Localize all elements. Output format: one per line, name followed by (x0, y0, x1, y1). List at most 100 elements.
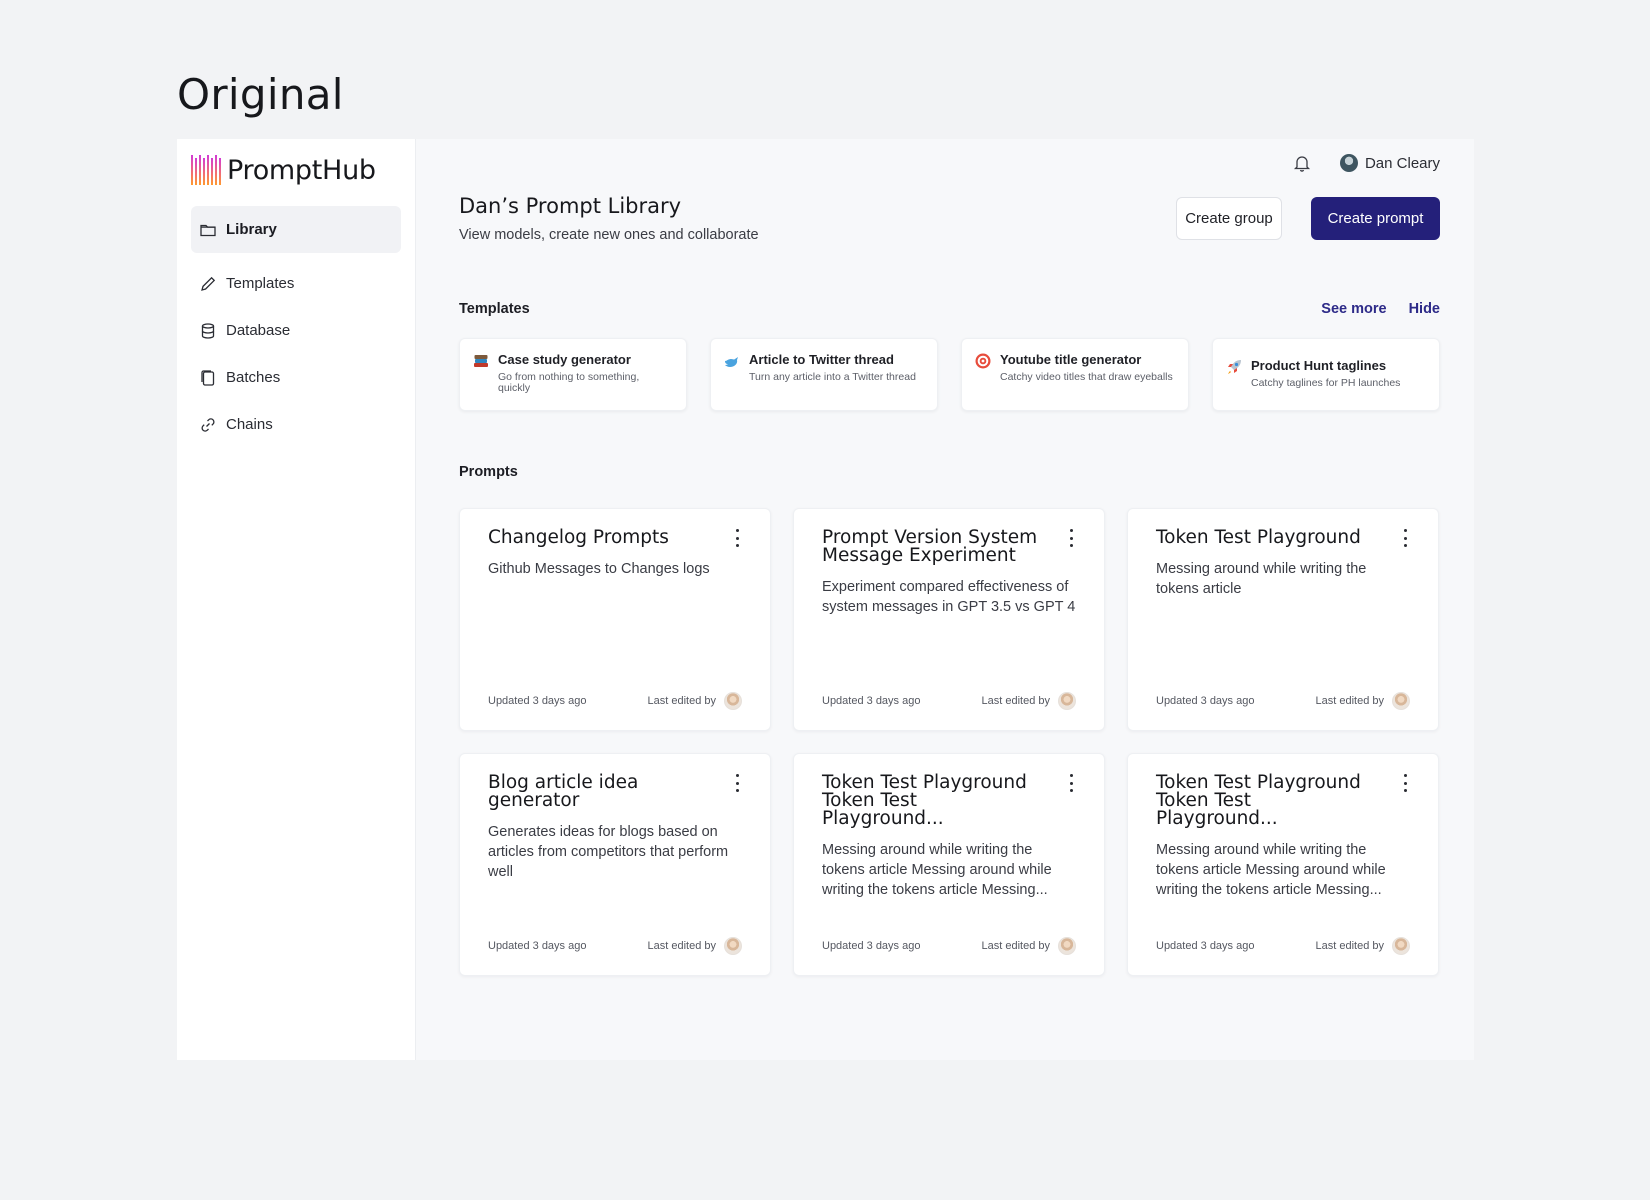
prompt-card[interactable]: Token Test Playground Messing around whi… (1127, 508, 1439, 731)
sidebar-item-chains[interactable]: Chains (191, 401, 401, 448)
updated-text: Updated 3 days ago (822, 695, 921, 707)
more-options-icon[interactable] (1402, 529, 1408, 547)
prompt-footer: Updated 3 days ago Last edited by (822, 692, 1076, 710)
last-edited-label: Last edited by (981, 695, 1051, 707)
more-options-icon[interactable] (734, 529, 740, 547)
prompthub-logo-icon (191, 155, 221, 185)
editor-avatar (1058, 692, 1076, 710)
updated-text: Updated 3 days ago (822, 940, 921, 952)
copy-icon (199, 369, 217, 387)
sidebar-item-label: Database (226, 322, 291, 339)
prompt-desc: Experiment compared effectiveness of sys… (822, 579, 1076, 615)
prompt-footer: Updated 3 days ago Last edited by (1156, 692, 1410, 710)
prompt-title: Blog article idea generator (488, 772, 639, 811)
prompts-heading: Prompts (459, 464, 518, 480)
outer-title: Original (177, 70, 344, 119)
header-actions: Create group Create prompt (1176, 197, 1440, 240)
prompt-card[interactable]: Token Test Playground Token Test Playgro… (793, 753, 1105, 976)
template-title: Product Hunt taglines (1251, 358, 1387, 373)
rocket-icon (1228, 360, 1241, 374)
template-title: Youtube title generator (1000, 352, 1142, 367)
last-edited: Last edited by (981, 692, 1076, 710)
prompt-footer: Updated 3 days ago Last edited by (488, 937, 742, 955)
pencil-icon (199, 275, 217, 293)
last-edited-label: Last edited by (1315, 940, 1385, 952)
bell-icon[interactable] (1292, 153, 1312, 173)
editor-avatar (724, 937, 742, 955)
template-desc: Catchy video titles that draw eyeballs (1000, 371, 1173, 383)
database-icon (199, 322, 217, 340)
prompt-title: Token Test Playground (1156, 527, 1361, 548)
sidebar-item-library[interactable]: Library (191, 206, 401, 253)
sidebar-item-label: Library (226, 221, 277, 238)
template-card[interactable]: Article to Twitter thread Turn any artic… (710, 338, 938, 411)
last-edited-label: Last edited by (647, 940, 717, 952)
last-edited: Last edited by (1315, 937, 1410, 955)
sidebar-item-database[interactable]: Database (191, 307, 401, 354)
prompt-desc: Github Messages to Changes logs (488, 561, 710, 577)
editor-avatar (724, 692, 742, 710)
sidebar-item-label: Batches (226, 369, 281, 386)
prompt-footer: Updated 3 days ago Last edited by (822, 937, 1076, 955)
last-edited-label: Last edited by (647, 695, 717, 707)
template-desc: Catchy taglines for PH launches (1251, 377, 1401, 389)
sidebar: PromptHub Library Templates Database Bat… (177, 139, 416, 1060)
prompt-card[interactable]: Prompt Version System Message Experiment… (793, 508, 1105, 731)
bird-icon (725, 357, 738, 367)
template-desc: Go from nothing to something, quickly (498, 371, 640, 394)
editor-avatar (1392, 692, 1410, 710)
template-card[interactable]: Youtube title generator Catchy video tit… (961, 338, 1189, 411)
template-title: Case study generator (498, 352, 631, 367)
last-edited-label: Last edited by (1315, 695, 1385, 707)
prompt-title: Token Test Playground Token Test Playgro… (822, 772, 1027, 829)
create-prompt-button[interactable]: Create prompt (1311, 197, 1440, 240)
editor-avatar (1392, 937, 1410, 955)
hide-link[interactable]: Hide (1409, 301, 1440, 317)
folder-icon (199, 221, 217, 239)
template-desc: Turn any article into a Twitter thread (749, 371, 916, 383)
sidebar-item-templates[interactable]: Templates (191, 260, 401, 307)
prompt-desc: Messing around while writing the tokens … (1156, 842, 1386, 898)
last-edited: Last edited by (647, 692, 742, 710)
updated-text: Updated 3 days ago (488, 940, 587, 952)
prompt-title: Prompt Version System Message Experiment (822, 527, 1038, 566)
prompt-card[interactable]: Changelog Prompts Github Messages to Cha… (459, 508, 771, 731)
main-content: Dan Cleary Dan’s Prompt Library View mod… (416, 139, 1474, 1060)
page-header: Dan’s Prompt Library View models, create… (459, 194, 759, 243)
books-icon (474, 355, 488, 367)
sidebar-item-label: Chains (226, 416, 273, 433)
updated-text: Updated 3 days ago (1156, 940, 1255, 952)
prompt-card[interactable]: Token Test Playground Token Test Playgro… (1127, 753, 1439, 976)
prompt-desc: Generates ideas for blogs based on artic… (488, 824, 729, 880)
link-icon (199, 416, 217, 434)
prompt-footer: Updated 3 days ago Last edited by (1156, 937, 1410, 955)
user-name[interactable]: Dan Cleary (1365, 155, 1440, 172)
updated-text: Updated 3 days ago (488, 695, 587, 707)
prompt-card[interactable]: Blog article idea generator Generates id… (459, 753, 771, 976)
sidebar-item-batches[interactable]: Batches (191, 354, 401, 401)
template-card[interactable]: Case study generator Go from nothing to … (459, 338, 687, 411)
more-options-icon[interactable] (1068, 529, 1074, 547)
more-options-icon[interactable] (1402, 774, 1408, 792)
template-title: Article to Twitter thread (749, 352, 894, 367)
last-edited: Last edited by (647, 937, 742, 955)
prompts-grid: Changelog Prompts Github Messages to Cha… (459, 508, 1439, 976)
template-card[interactable]: Product Hunt taglines Catchy taglines fo… (1212, 338, 1440, 411)
create-group-button[interactable]: Create group (1176, 197, 1282, 240)
more-options-icon[interactable] (1068, 774, 1074, 792)
more-options-icon[interactable] (734, 774, 740, 792)
sidebar-item-label: Templates (226, 275, 295, 292)
topbar: Dan Cleary (1292, 153, 1440, 173)
prompt-title: Changelog Prompts (488, 527, 669, 548)
last-edited-label: Last edited by (981, 940, 1051, 952)
page-subtitle: View models, create new ones and collabo… (459, 227, 759, 243)
user-avatar[interactable] (1339, 154, 1358, 172)
sidebar-nav: Library Templates Database Batches Chain… (191, 206, 401, 448)
target-icon (975, 353, 991, 369)
last-edited: Last edited by (1315, 692, 1410, 710)
logo[interactable]: PromptHub (190, 152, 401, 188)
last-edited: Last edited by (981, 937, 1076, 955)
see-more-link[interactable]: See more (1321, 301, 1386, 317)
prompt-footer: Updated 3 days ago Last edited by (488, 692, 742, 710)
editor-avatar (1058, 937, 1076, 955)
